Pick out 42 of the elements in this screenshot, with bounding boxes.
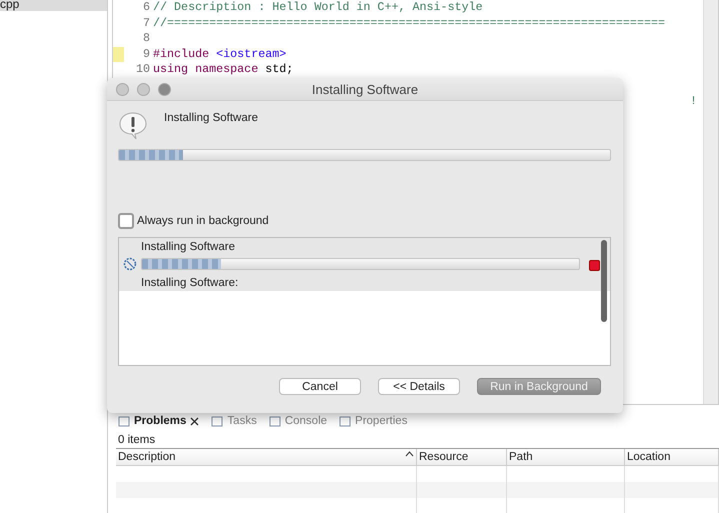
code-text: using namespace	[153, 62, 258, 78]
window-title: Installing Software	[310, 82, 420, 96]
code-text: #include	[153, 46, 210, 62]
column-header[interactable]: Description	[116, 449, 417, 465]
close-button[interactable]	[116, 82, 129, 96]
tab-icon	[211, 416, 224, 426]
view-tab[interactable]: Tasks	[211, 415, 257, 427]
view-tab[interactable]: Properties	[339, 415, 408, 427]
dialog-message: Installing Software	[164, 111, 258, 126]
code-text: //=======================================================================	[153, 16, 665, 31]
code-text: !	[690, 94, 697, 108]
column-header[interactable]: Resource	[417, 449, 507, 465]
alert-icon	[118, 111, 148, 141]
tab-icon	[268, 416, 281, 426]
job-row[interactable]: Installing Software Installing Software:	[119, 238, 610, 291]
code-text: <iostream>	[215, 46, 286, 62]
close-icon[interactable]	[190, 416, 200, 426]
file-item[interactable]: cpp	[0, 0, 107, 11]
code-text: // Description : Hello World in C++, Ansi-style	[153, 0, 483, 16]
view-tab[interactable]: Console	[268, 415, 328, 427]
item-count: 0 items	[117, 433, 156, 448]
view-tab[interactable]: Problems	[118, 415, 200, 427]
scrollbar[interactable]	[601, 240, 607, 322]
editor-scrollbar[interactable]	[703, 0, 719, 404]
job-status: Installing Software:	[141, 277, 240, 291]
sort-caret-icon	[405, 451, 414, 457]
code-text: std;	[264, 62, 294, 78]
background-checkbox[interactable]: Always run in background	[118, 213, 611, 229]
tab-icon	[339, 416, 352, 426]
tab-icon	[118, 416, 130, 426]
column-header[interactable]: Path	[507, 449, 625, 465]
stop-button[interactable]	[589, 260, 600, 271]
line-number: 6	[142, 0, 151, 16]
line-number: 8	[142, 31, 151, 46]
dialog-button[interactable]: Cancel	[279, 378, 361, 395]
zoom-button[interactable]	[158, 82, 171, 96]
line-number: 7	[142, 16, 151, 31]
column-header[interactable]: Location	[625, 449, 719, 465]
minimize-button[interactable]	[137, 82, 150, 96]
line-number: 10	[134, 62, 151, 78]
job-name: Installing Software	[141, 241, 236, 255]
dialog-button[interactable]: << Details	[378, 378, 460, 395]
